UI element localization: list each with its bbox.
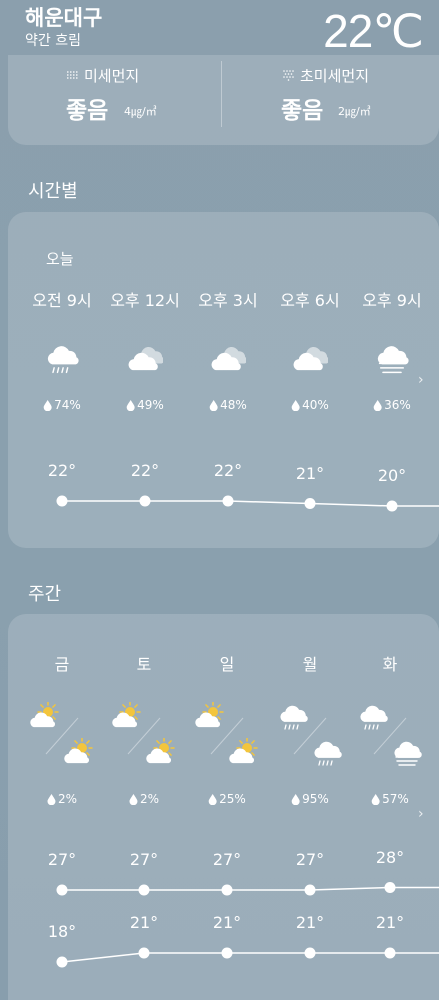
weekly-low-temperature-point xyxy=(221,947,233,959)
weekly-low-temperature-line xyxy=(61,952,439,963)
weekly-high-temperature-point xyxy=(384,882,396,893)
weekly-high-temperature-point xyxy=(56,884,68,896)
weekly-temperature-chart xyxy=(56,882,439,968)
weekly-low-temperature-point xyxy=(304,947,316,959)
weekly-high-temperature-line xyxy=(62,886,439,891)
weekly-high-temperature-point xyxy=(138,884,150,896)
weekly-low-temperature-point xyxy=(138,947,150,959)
weekly-low-temperature-point xyxy=(384,947,396,959)
weekly-low-temperature-point xyxy=(56,956,68,968)
weekly-high-temperature-point xyxy=(221,884,233,896)
weekly-high-temperature-point xyxy=(304,884,316,896)
